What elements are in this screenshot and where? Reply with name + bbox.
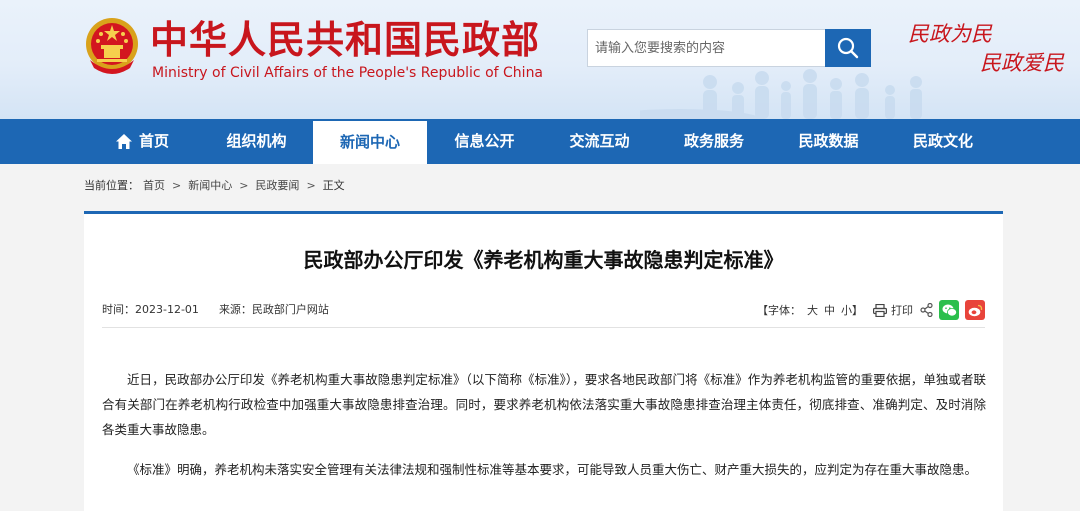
nav-label-home: 首页 [138, 132, 169, 150]
print-label: 打印 [891, 304, 913, 317]
nav-item-interaction[interactable]: 交流互动 [542, 119, 657, 164]
search-button[interactable] [825, 29, 871, 67]
article-paragraph: 近日，民政部办公厅印发《养老机构重大事故隐患判定标准》（以下简称《标准》），要求… [102, 372, 986, 437]
breadcrumb-prefix: 当前位置： [84, 179, 139, 192]
share-icon[interactable] [920, 303, 933, 317]
printer-icon [873, 303, 887, 317]
article-source: 民政部门户网站 [251, 303, 329, 316]
search-input[interactable] [588, 30, 825, 66]
font-size-large-button[interactable]: 大 [807, 302, 818, 318]
breadcrumb-news-center[interactable]: 新闻中心 [188, 177, 232, 193]
breadcrumb-civil-news[interactable]: 民政要闻 [255, 177, 299, 193]
font-size-label: 【字体： [757, 304, 801, 317]
main-nav: 首页 组织机构 新闻中心 信息公开 交流互动 政务服务 民政数据 民政文化 [0, 119, 1080, 164]
people-silhouette-decoration [640, 69, 922, 119]
weibo-share-button[interactable] [965, 300, 985, 320]
site-header: 中华人民共和国民政部 Ministry of Civil Affairs of … [0, 0, 1080, 119]
slogan-line-2: 民政爱民 [980, 51, 1064, 75]
site-subtitle: Ministry of Civil Affairs of the People'… [152, 65, 544, 81]
site-title: 中华人民共和国民政部 [150, 18, 541, 62]
nav-item-information-disclosure[interactable]: 信息公开 [427, 119, 542, 164]
publish-date: 2023-12-01 [135, 303, 199, 316]
source-label: 来源： [218, 303, 252, 316]
search-box [587, 29, 825, 67]
wechat-icon [942, 304, 957, 316]
date-label: 时间： [102, 303, 135, 316]
font-size-medium-button[interactable]: 中 [824, 302, 835, 318]
meta-divider [102, 327, 985, 328]
breadcrumb-separator: > [239, 178, 249, 192]
article-title: 民政部办公厅印发《养老机构重大事故隐患判定标准》 [303, 248, 784, 272]
breadcrumb-separator: > [306, 178, 316, 192]
slogan-line-1: 民政为民 [908, 22, 992, 46]
nav-item-civil-culture[interactable]: 民政文化 [886, 119, 1000, 164]
nav-item-government-services[interactable]: 政务服务 [657, 119, 771, 164]
print-button[interactable]: 打印 [873, 302, 913, 318]
national-emblem-logo [86, 18, 138, 74]
font-size-close: 】 [852, 304, 863, 317]
weibo-icon [968, 304, 982, 316]
article-tools: 【字体： 大 中 小 】 打印 [757, 299, 985, 321]
breadcrumb-separator: > [172, 178, 182, 192]
breadcrumb-current: 正文 [322, 179, 345, 192]
search-icon [837, 37, 859, 59]
article-paragraph: 《标准》明确，养老机构未落实安全管理有关法律法规和强制性标准等基本要求，可能导致… [127, 462, 978, 477]
article-meta: 时间：2023-12-01 来源：民政部门户网站 [102, 302, 329, 318]
font-size-small-button[interactable]: 小 [841, 302, 852, 318]
article-panel: 民政部办公厅印发《养老机构重大事故隐患判定标准》 时间：2023-12-01 来源… [84, 211, 1003, 511]
nav-item-organization[interactable]: 组织机构 [200, 119, 313, 164]
nav-item-news-center[interactable]: 新闻中心 [313, 121, 427, 164]
wechat-share-button[interactable] [939, 300, 959, 320]
nav-item-civil-data[interactable]: 民政数据 [771, 119, 886, 164]
breadcrumb-home[interactable]: 首页 [143, 177, 165, 193]
nav-item-home[interactable]: 首页 [84, 119, 200, 164]
breadcrumb: 当前位置： 首页 > 新闻中心 > 民政要闻 > 正文 [84, 177, 345, 193]
home-icon [115, 134, 132, 149]
